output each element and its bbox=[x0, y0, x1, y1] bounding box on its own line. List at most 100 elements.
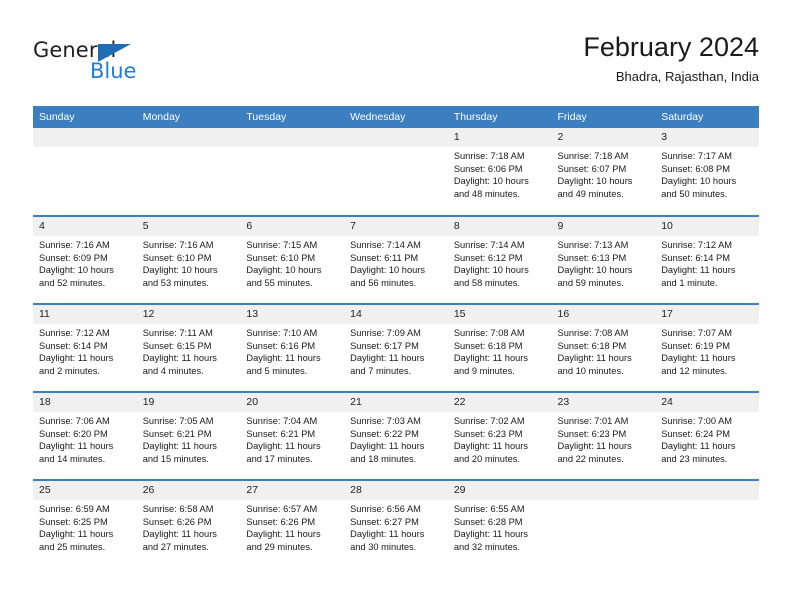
calendar-day-cell[interactable]: 5 Sunrise: 7:16 AM Sunset: 6:10 PM Daylight… bbox=[136, 215, 241, 304]
sun-info-line: Sunrise: 7:18 AM bbox=[453, 151, 525, 161]
calendar-day-cell[interactable]: 4 Sunrise: 7:16 AM Sunset: 6:09 PM Daylight… bbox=[33, 215, 137, 304]
calendar-day-cell[interactable]: 14 Sunrise: 7:09 AM Sunset: 6:17 PM Dayligh… bbox=[344, 303, 448, 392]
day-number bbox=[344, 128, 448, 147]
sun-info-line: Sunrise: 7:01 AM bbox=[557, 416, 629, 426]
sun-info-line: Sunset: 6:26 PM bbox=[246, 516, 316, 527]
day-sun-info: Sunrise: 7:10 AM Sunset: 6:16 PM Daylight:… bbox=[240, 324, 344, 377]
sun-info-line: Daylight: 11 hours bbox=[661, 353, 736, 364]
calendar-day-cell[interactable]: 3 Sunrise: 7:17 AM Sunset: 6:08 PM Daylight… bbox=[655, 128, 759, 216]
sun-info-line: Sunset: 6:21 PM bbox=[246, 428, 316, 439]
sun-info-line: Sunset: 6:21 PM bbox=[142, 428, 212, 439]
day-sun-info bbox=[33, 147, 137, 150]
calendar-day-cell-empty bbox=[240, 128, 345, 216]
day-number bbox=[551, 481, 656, 500]
day-sun-info: Sunrise: 7:14 AM Sunset: 6:12 PM Daylight:… bbox=[448, 236, 552, 289]
sun-info-line: Daylight: 10 hours bbox=[453, 176, 529, 187]
sun-info-line: and 48 minutes. bbox=[453, 188, 520, 199]
sun-info-line: Daylight: 11 hours bbox=[39, 441, 114, 452]
day-sun-info: Sunrise: 7:18 AM Sunset: 6:07 PM Daylight:… bbox=[552, 147, 656, 200]
calendar-day-cell[interactable]: 12 Sunrise: 7:11 AM Sunset: 6:15 PM Dayligh… bbox=[136, 303, 241, 392]
calendar-day-cell[interactable]: 24 Sunrise: 7:00 AM Sunset: 6:24 PM Dayligh… bbox=[655, 391, 759, 480]
day-sun-info: Sunrise: 7:11 AM Sunset: 6:15 PM Daylight:… bbox=[137, 324, 241, 377]
sun-info-line: Sunrise: 7:18 AM bbox=[557, 151, 629, 161]
sun-info-line: Sunset: 6:25 PM bbox=[39, 516, 108, 527]
day-number: 14 bbox=[344, 305, 448, 324]
calendar-day-cell[interactable]: 19 Sunrise: 7:05 AM Sunset: 6:21 PM Dayligh… bbox=[136, 391, 241, 480]
day-sun-info: Sunrise: 6:58 AM Sunset: 6:26 PM Daylight:… bbox=[137, 500, 241, 553]
calendar-day-cell[interactable]: 8 Sunrise: 7:14 AM Sunset: 6:12 PM Daylight… bbox=[447, 215, 552, 304]
calendar-day-cell-empty bbox=[33, 128, 137, 216]
sun-info-line: Daylight: 11 hours bbox=[557, 441, 632, 452]
calendar-day-cell[interactable]: 21 Sunrise: 7:03 AM Sunset: 6:22 PM Dayligh… bbox=[344, 391, 448, 480]
day-sun-info: Sunrise: 7:15 AM Sunset: 6:10 PM Daylight:… bbox=[240, 236, 344, 289]
sun-info-line: Sunset: 6:23 PM bbox=[453, 428, 523, 439]
day-sun-info: Sunrise: 6:56 AM Sunset: 6:27 PM Daylight:… bbox=[344, 500, 448, 553]
calendar-day-cell[interactable]: 22 Sunrise: 7:02 AM Sunset: 6:23 PM Dayligh… bbox=[447, 391, 552, 480]
general-blue-logo[interactable]: General Blue bbox=[33, 38, 203, 90]
sun-info-line: and 10 minutes. bbox=[557, 365, 624, 376]
sun-info-line: Daylight: 11 hours bbox=[453, 353, 529, 364]
sun-info-line: Sunset: 6:18 PM bbox=[557, 340, 627, 351]
sun-info-line: Daylight: 11 hours bbox=[661, 265, 736, 276]
sun-info-line: and 17 minutes. bbox=[246, 453, 313, 464]
sun-info-line: Sunrise: 7:02 AM bbox=[453, 416, 525, 426]
sun-info-line: Sunset: 6:13 PM bbox=[557, 252, 627, 263]
sun-info-line: and 25 minutes. bbox=[39, 541, 106, 552]
calendar-day-cell[interactable]: 11 Sunrise: 7:12 AM Sunset: 6:14 PM Dayligh… bbox=[33, 303, 137, 392]
sun-info-line: and 7 minutes. bbox=[350, 365, 412, 376]
sun-info-line: Daylight: 11 hours bbox=[661, 441, 736, 452]
calendar-day-cell[interactable]: 26 Sunrise: 6:58 AM Sunset: 6:26 PM Dayligh… bbox=[136, 479, 241, 568]
calendar-day-cell[interactable]: 28 Sunrise: 6:56 AM Sunset: 6:27 PM Dayligh… bbox=[344, 479, 448, 568]
calendar-day-cell[interactable]: 7 Sunrise: 7:14 AM Sunset: 6:11 PM Daylight… bbox=[344, 215, 448, 304]
calendar-day-cell[interactable]: 25 Sunrise: 6:59 AM Sunset: 6:25 PM Dayligh… bbox=[33, 479, 137, 568]
calendar-day-cell-empty bbox=[655, 479, 759, 568]
day-number: 21 bbox=[344, 393, 448, 412]
day-number: 13 bbox=[240, 305, 345, 324]
sun-info-line: Sunrise: 6:59 AM bbox=[39, 504, 110, 514]
day-number: 17 bbox=[655, 305, 759, 324]
calendar-day-cell[interactable]: 15 Sunrise: 7:08 AM Sunset: 6:18 PM Dayligh… bbox=[447, 303, 552, 392]
day-number: 18 bbox=[33, 393, 137, 412]
calendar-day-cell[interactable]: 27 Sunrise: 6:57 AM Sunset: 6:26 PM Dayligh… bbox=[240, 479, 345, 568]
day-number: 12 bbox=[136, 305, 241, 324]
sun-info-line: Daylight: 10 hours bbox=[350, 265, 426, 276]
calendar-day-cell[interactable]: 23 Sunrise: 7:01 AM Sunset: 6:23 PM Dayligh… bbox=[551, 391, 656, 480]
day-sun-info: Sunrise: 7:18 AM Sunset: 6:06 PM Daylight:… bbox=[448, 147, 552, 200]
sun-info-line: and 9 minutes. bbox=[453, 365, 515, 376]
calendar-body: 1 Sunrise: 7:18 AM Sunset: 6:06 PM Daylight… bbox=[33, 128, 759, 568]
sun-info-line: Daylight: 11 hours bbox=[39, 529, 114, 540]
sun-info-line: Sunrise: 6:58 AM bbox=[142, 504, 214, 514]
calendar-day-cell[interactable]: 1 Sunrise: 7:18 AM Sunset: 6:06 PM Daylight… bbox=[447, 128, 552, 216]
sun-info-line: Sunset: 6:18 PM bbox=[453, 340, 523, 351]
calendar-day-cell[interactable]: 20 Sunrise: 7:04 AM Sunset: 6:21 PM Dayligh… bbox=[240, 391, 345, 480]
calendar-day-cell[interactable]: 9 Sunrise: 7:13 AM Sunset: 6:13 PM Daylight… bbox=[551, 215, 656, 304]
day-number: 4 bbox=[33, 217, 137, 236]
calendar-day-cell[interactable]: 18 Sunrise: 7:06 AM Sunset: 6:20 PM Dayligh… bbox=[33, 391, 137, 480]
sun-info-line: Daylight: 10 hours bbox=[557, 176, 633, 187]
weekday-header-wednesday: Wednesday bbox=[344, 106, 448, 128]
sun-info-line: Sunset: 6:16 PM bbox=[246, 340, 316, 351]
calendar-day-cell[interactable]: 13 Sunrise: 7:10 AM Sunset: 6:16 PM Dayligh… bbox=[240, 303, 345, 392]
sun-info-line: and 20 minutes. bbox=[453, 453, 520, 464]
sun-info-line: Daylight: 11 hours bbox=[350, 353, 425, 364]
calendar-day-cell[interactable]: 2 Sunrise: 7:18 AM Sunset: 6:07 PM Daylight… bbox=[551, 128, 656, 216]
day-sun-info: Sunrise: 7:06 AM Sunset: 6:20 PM Daylight:… bbox=[33, 412, 137, 465]
sun-info-line: Daylight: 11 hours bbox=[350, 441, 425, 452]
sun-info-line: and 2 minutes. bbox=[39, 365, 100, 376]
calendar-day-cell[interactable]: 6 Sunrise: 7:15 AM Sunset: 6:10 PM Daylight… bbox=[240, 215, 345, 304]
day-sun-info: Sunrise: 7:05 AM Sunset: 6:21 PM Daylight:… bbox=[137, 412, 241, 465]
sun-info-line: Sunset: 6:14 PM bbox=[39, 340, 108, 351]
sun-info-line: and 50 minutes. bbox=[661, 188, 728, 199]
calendar-day-cell[interactable]: 10 Sunrise: 7:12 AM Sunset: 6:14 PM Dayligh… bbox=[655, 215, 759, 304]
day-sun-info: Sunrise: 6:57 AM Sunset: 6:26 PM Daylight:… bbox=[240, 500, 344, 553]
sun-info-line: and 59 minutes. bbox=[557, 277, 624, 288]
sun-info-line: and 58 minutes. bbox=[453, 277, 520, 288]
sun-info-line: and 22 minutes. bbox=[557, 453, 624, 464]
sun-info-line: Sunset: 6:26 PM bbox=[142, 516, 212, 527]
calendar-day-cell[interactable]: 17 Sunrise: 7:07 AM Sunset: 6:19 PM Dayligh… bbox=[655, 303, 759, 392]
sun-info-line: Sunrise: 6:56 AM bbox=[350, 504, 421, 514]
calendar-day-cell[interactable]: 29 Sunrise: 6:55 AM Sunset: 6:28 PM Dayligh… bbox=[447, 479, 552, 568]
calendar-week-row: 4 Sunrise: 7:16 AM Sunset: 6:09 PM Daylight… bbox=[33, 215, 759, 304]
calendar-day-cell[interactable]: 16 Sunrise: 7:08 AM Sunset: 6:18 PM Dayligh… bbox=[551, 303, 656, 392]
day-sun-info: Sunrise: 7:12 AM Sunset: 6:14 PM Daylight:… bbox=[655, 236, 759, 289]
